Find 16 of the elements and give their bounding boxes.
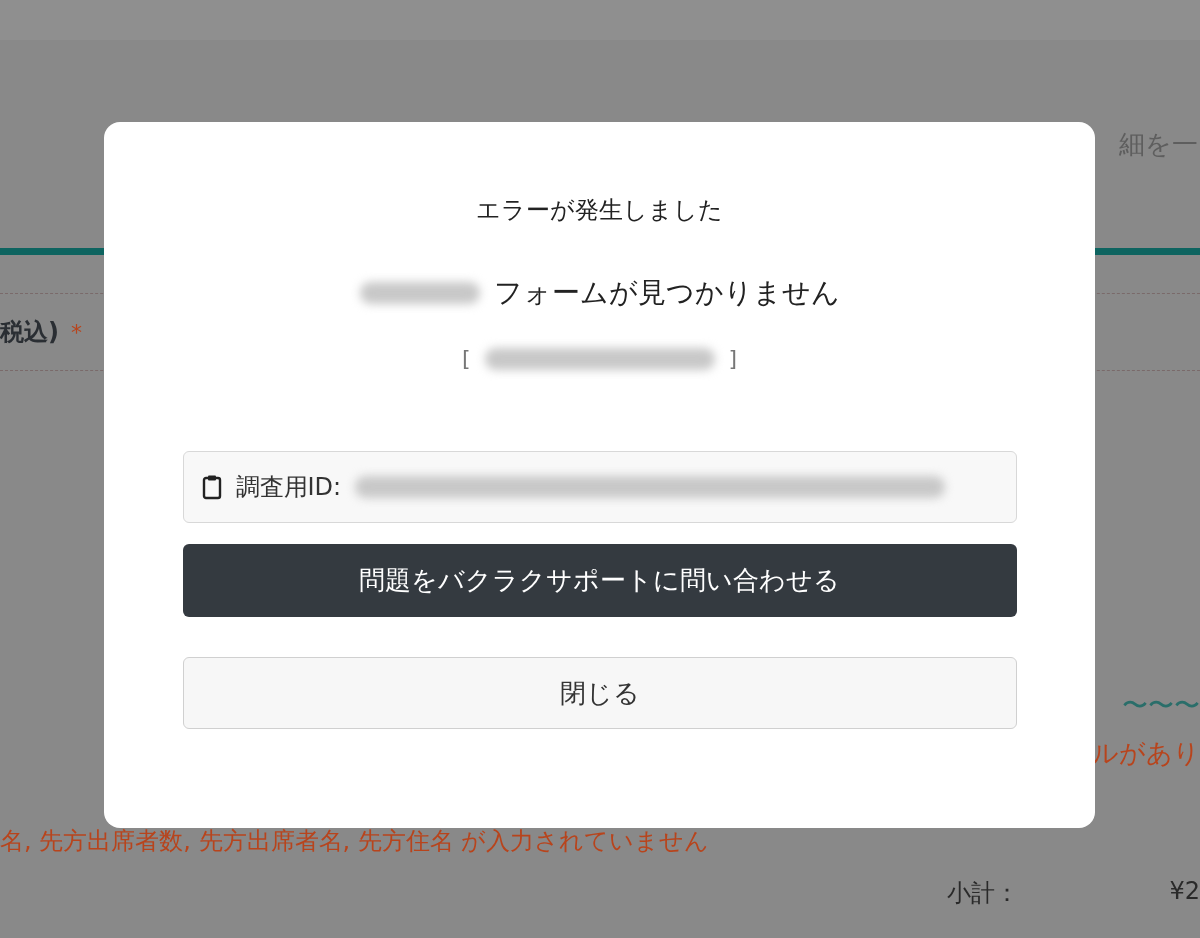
dialog-title: エラーが発生しました <box>476 195 723 226</box>
investigation-id-field[interactable]: 調査用ID: <box>182 451 1017 523</box>
id-label: 調査用ID: <box>235 472 342 503</box>
notice-text: ルがあり <box>1092 736 1200 770</box>
subtotal-label: 小計： <box>947 878 1020 909</box>
subtotal-value: ¥2 <box>1169 877 1200 907</box>
bracket-text: ] <box>728 346 738 371</box>
required-mark: * <box>70 319 82 345</box>
dialog-message: フォームが見つかりません <box>493 275 840 311</box>
clipboard-icon <box>201 474 222 500</box>
bracket-text: [ <box>461 346 471 371</box>
error-text: 名, 先方出席者数, 先方出席者名, 先方住名 が入力されていません <box>0 826 710 857</box>
field-label: 税込) <box>0 317 59 348</box>
wave-text: 〜〜〜 <box>1122 688 1200 722</box>
contact-support-button[interactable]: 問題をバクラクサポートに問い合わせる <box>182 544 1017 617</box>
close-button[interactable]: 閉じる <box>182 657 1017 729</box>
